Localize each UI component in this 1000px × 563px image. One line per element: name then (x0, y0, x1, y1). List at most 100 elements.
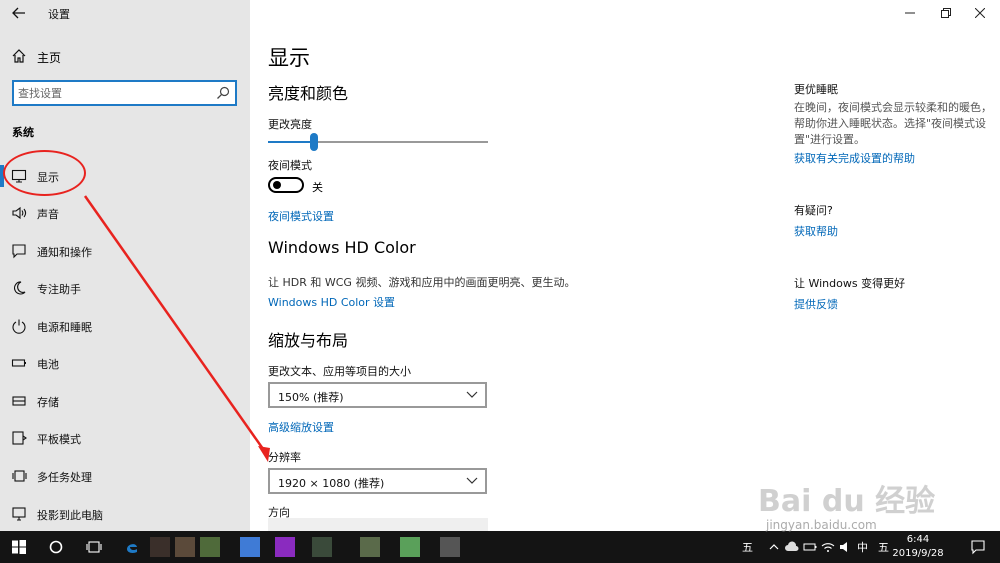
sidebar-item-label: 声音 (37, 208, 59, 221)
notification-icon (12, 244, 26, 259)
sidebar-item-home[interactable]: 主页 (0, 44, 250, 70)
search-box[interactable] (12, 80, 237, 106)
annotation-ellipse (3, 150, 86, 196)
taskbar-app[interactable] (240, 537, 260, 557)
scale-section-title: 缩放与布局 (268, 331, 349, 350)
minimize-icon (905, 12, 915, 14)
sidebar-item-focus-assist[interactable]: 专注助手 (0, 274, 250, 302)
home-icon (12, 49, 26, 63)
search-icon[interactable] (216, 86, 230, 100)
ime-mode-indicator[interactable]: 中 (857, 539, 868, 555)
cloud-icon[interactable] (784, 539, 800, 555)
tablet-icon (12, 431, 27, 445)
project-icon (12, 507, 26, 521)
notification-center-icon[interactable] (970, 539, 986, 555)
hdr-settings-link[interactable]: Windows HD Color 设置 (268, 294, 395, 310)
clock-date: 2019/9/28 (892, 548, 944, 559)
back-button[interactable] (8, 3, 30, 23)
advanced-scaling-link[interactable]: 高级缩放设置 (268, 419, 334, 435)
resolution-dropdown[interactable]: 1920 × 1080 (推荐) (268, 468, 487, 494)
hdr-section-title: Windows HD Color (268, 238, 416, 257)
ime-indicator[interactable]: 五 (742, 539, 753, 555)
speaker-icon (12, 206, 27, 220)
power-icon (12, 319, 26, 334)
scale-dropdown[interactable]: 150% (推荐) (268, 382, 487, 408)
taskbar-app[interactable] (400, 537, 420, 557)
scale-value: 150% (推荐) (278, 391, 344, 404)
sidebar-item-label: 专注助手 (37, 283, 81, 296)
slider-thumb[interactable] (310, 133, 319, 151)
sidebar-item-notifications[interactable]: 通知和操作 (0, 237, 250, 265)
wifi-icon[interactable] (820, 539, 836, 555)
edge-icon[interactable] (124, 539, 140, 555)
sidebar-item-label: 通知和操作 (37, 246, 92, 259)
start-icon[interactable] (11, 539, 27, 555)
minimize-button[interactable] (896, 4, 924, 24)
get-help-link[interactable]: 获取帮助 (794, 223, 994, 239)
sidebar-item-tablet-mode[interactable]: 平板模式 (0, 424, 250, 452)
restore-icon (941, 8, 951, 18)
page-title: 显示 (268, 46, 310, 70)
sidebar-item-sound[interactable]: 声音 (0, 199, 250, 227)
sleep-help-link[interactable]: 获取有关完成设置的帮助 (794, 150, 994, 166)
search-input[interactable] (18, 84, 208, 102)
chevron-down-icon (466, 477, 478, 484)
night-light-label: 夜间模式 (268, 159, 312, 172)
battery-icon (11, 359, 26, 367)
chevron-down-icon (466, 391, 478, 398)
resolution-value: 1920 × 1080 (推荐) (278, 477, 385, 490)
cortana-icon[interactable] (48, 539, 64, 555)
sidebar-item-power[interactable]: 电源和睡眠 (0, 312, 250, 340)
brightness-label: 更改亮度 (268, 118, 312, 131)
storage-icon (12, 396, 26, 406)
night-light-toggle[interactable] (268, 177, 304, 193)
sidebar-item-label: 存储 (37, 396, 59, 409)
toggle-knob (273, 181, 281, 189)
sidebar-item-label: 平板模式 (37, 433, 81, 446)
multitask-icon (12, 470, 27, 482)
sidebar-item-label: 电池 (37, 358, 59, 371)
scale-label: 更改文本、应用等项目的大小 (268, 365, 411, 378)
sidebar-item-label: 主页 (37, 51, 62, 65)
restore-button[interactable] (932, 4, 960, 24)
orientation-dropdown[interactable] (268, 518, 488, 531)
chevron-up-icon[interactable] (766, 539, 782, 555)
taskbar-clock[interactable]: 6:44 2019/9/28 (888, 533, 948, 561)
watermark-brand: Bai du 经验 (758, 484, 936, 519)
taskview-icon[interactable] (86, 539, 102, 555)
sidebar-item-battery[interactable]: 电池 (0, 349, 250, 377)
sidebar-item-project[interactable]: 投影到此电脑 (0, 500, 250, 528)
watermark: Bai du 经验 jingyan.baidu.com (758, 456, 958, 536)
give-feedback-link[interactable]: 提供反馈 (794, 296, 994, 312)
battery-icon[interactable] (802, 539, 818, 555)
taskbar-app[interactable] (175, 537, 195, 557)
feedback-title: 让 Windows 变得更好 (794, 277, 906, 290)
section-title: 系统 (12, 126, 34, 139)
sidebar-item-label: 多任务处理 (37, 471, 92, 484)
night-light-settings-link[interactable]: 夜间模式设置 (268, 208, 334, 224)
brightness-slider[interactable] (268, 133, 488, 153)
main-pane: 显示 亮度和颜色 更改亮度 夜间模式 关 夜间模式设置 Windows HD C… (250, 0, 1000, 531)
taskbar-app[interactable] (150, 537, 170, 557)
help-title: 有疑问? (794, 204, 833, 217)
window-title: 设置 (48, 8, 70, 21)
resolution-label: 分辨率 (268, 451, 301, 464)
watermark-url: jingyan.baidu.com (766, 518, 877, 532)
close-button[interactable] (966, 4, 994, 24)
volume-icon[interactable] (838, 539, 854, 555)
sidebar-item-storage[interactable]: 存储 (0, 387, 250, 415)
taskbar-app[interactable] (360, 537, 380, 557)
hdr-description: 让 HDR 和 WCG 视频、游戏和应用中的画面更明亮、更生动。 (268, 276, 576, 289)
taskbar-app[interactable] (440, 537, 460, 557)
taskbar-app[interactable] (200, 537, 220, 557)
sidebar-item-multitasking[interactable]: 多任务处理 (0, 462, 250, 490)
moon-icon (14, 281, 26, 295)
close-icon (974, 7, 986, 19)
sleep-title: 更优睡眠 (794, 83, 838, 96)
sidebar-item-label: 投影到此电脑 (37, 509, 103, 522)
taskbar-app[interactable] (275, 537, 295, 557)
sleep-description: 在晚间，夜间模式会显示较柔和的暖色，帮助你进入睡眠状态。选择"夜间模式设置"进行… (794, 101, 992, 146)
slider-fill (268, 141, 315, 143)
back-arrow-icon (12, 7, 25, 19)
taskbar-app[interactable] (312, 537, 332, 557)
